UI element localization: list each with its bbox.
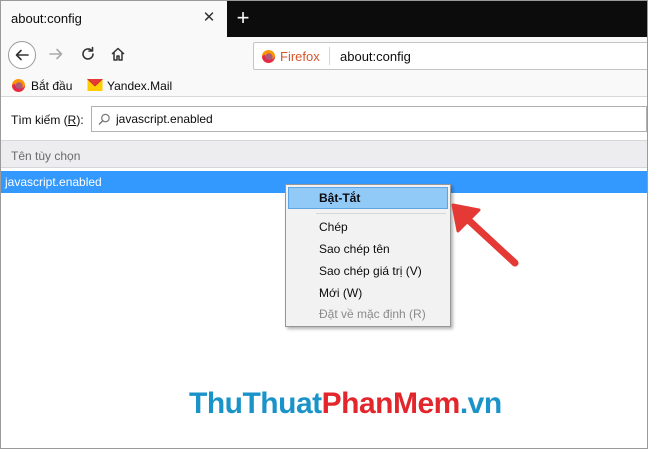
column-header-preference-name[interactable]: Tên tùy chọn — [1, 140, 647, 168]
menu-item-copy-name[interactable]: Sao chép tên — [288, 238, 448, 260]
watermark-part3: .vn — [459, 387, 502, 420]
context-menu: Bật-Tắt Chép Sao chép tên Sao chép giá t… — [285, 184, 451, 327]
tab-title: about:config — [11, 11, 82, 26]
watermark-part2: PhanMem — [321, 387, 461, 420]
new-tab-icon[interactable]: + — [233, 7, 253, 29]
preference-name: javascript.enabled — [5, 175, 102, 189]
search-label: Tìm kiếm (R): — [11, 113, 84, 127]
arrow-right-icon — [49, 48, 63, 60]
chevron-right-icon: › — [319, 286, 323, 297]
menu-item-label: Sao chép tên — [319, 242, 390, 256]
reload-button[interactable] — [75, 41, 103, 69]
url-separator — [329, 47, 330, 65]
tab-about-config[interactable]: about:config ✕ — [1, 1, 227, 37]
url-text[interactable]: about:config — [340, 49, 411, 64]
menu-item-label: Chép — [319, 220, 348, 234]
search-input[interactable] — [116, 110, 616, 128]
menu-item-reset: Đặt về mặc định (R) — [288, 303, 448, 325]
watermark-part1: ThuThuat — [189, 387, 322, 420]
search-label-pre: Tìm kiếm ( — [11, 113, 68, 127]
home-icon — [111, 47, 125, 61]
menu-item-new[interactable]: Mới (W) › — [288, 282, 448, 304]
mail-icon — [87, 78, 103, 91]
menu-item-label: Sao chép giá trị (V) — [319, 264, 422, 278]
menu-item-copy[interactable]: Chép — [288, 216, 448, 238]
bookmark-label: Yandex.Mail — [107, 79, 173, 93]
firefox-icon — [261, 49, 276, 64]
firefox-icon — [11, 78, 26, 93]
menu-separator — [316, 213, 446, 214]
menu-item-label: Đặt về mặc định (R) — [319, 307, 426, 321]
home-button[interactable] — [105, 41, 133, 69]
search-label-post: ): — [76, 113, 84, 127]
identity-label: Firefox — [280, 49, 320, 64]
navigation-bar: Firefox about:config — [1, 37, 647, 73]
url-bar[interactable]: Firefox about:config — [253, 42, 647, 70]
menu-item-label: Mới (W) — [319, 286, 363, 300]
back-button[interactable] — [8, 41, 36, 69]
arrow-left-icon — [15, 49, 29, 61]
column-header-label: Tên tùy chọn — [11, 149, 81, 163]
bookmarks-bar: Bắt đầu Yandex.Mail — [1, 73, 647, 97]
close-tab-icon[interactable]: ✕ — [201, 10, 217, 26]
browser-window: about:config ✕ + Firefox about:config Bắ… — [0, 0, 648, 449]
reload-icon — [82, 46, 94, 60]
bookmark-label: Bắt đầu — [31, 79, 73, 93]
menu-item-copy-value[interactable]: Sao chép giá trị (V) — [288, 260, 448, 282]
tab-strip: about:config ✕ + — [1, 1, 647, 37]
menu-item-label: Bật-Tắt — [319, 191, 361, 205]
menu-item-toggle[interactable]: Bật-Tắt — [288, 187, 448, 209]
watermark-logo: ThuThuatPhanMem.vn — [189, 387, 502, 421]
search-box — [91, 106, 647, 132]
search-icon — [98, 113, 110, 125]
forward-button[interactable] — [43, 41, 71, 69]
annotation-arrow-icon — [451, 203, 519, 267]
